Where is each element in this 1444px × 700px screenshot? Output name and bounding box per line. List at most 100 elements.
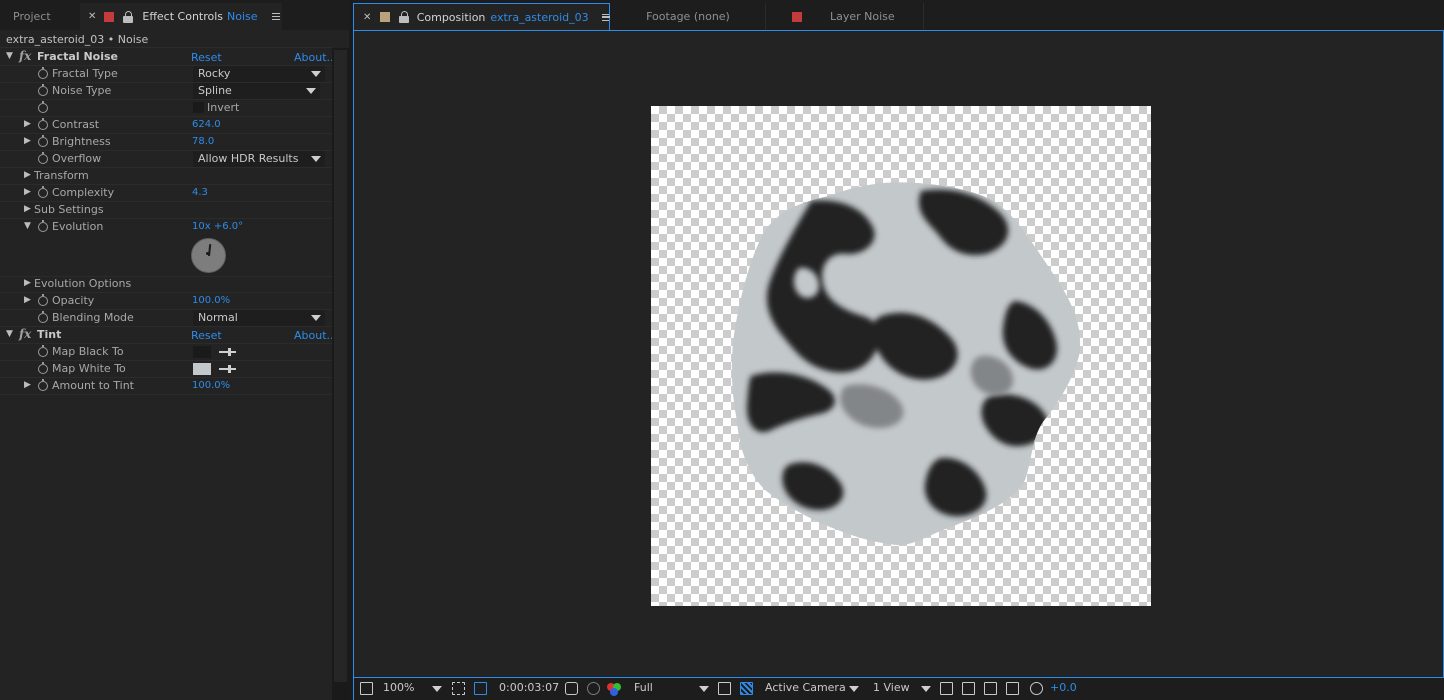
twirl-right-icon[interactable]: ▶ (24, 187, 31, 197)
contrast-value[interactable]: 624.0 (192, 119, 221, 130)
stopwatch-icon[interactable] (38, 362, 48, 374)
fractal-type-dropdown[interactable]: Rocky (193, 66, 325, 82)
property-label: Complexity (52, 186, 115, 199)
invert-checkbox[interactable] (193, 102, 204, 113)
composition-viewer[interactable] (353, 30, 1444, 678)
fast-previews-icon[interactable] (962, 682, 975, 695)
twirl-right-icon[interactable]: ▶ (24, 204, 31, 214)
stopwatch-icon[interactable] (38, 220, 48, 232)
about-link[interactable]: About... (294, 51, 337, 64)
fx-icon[interactable]: fx (19, 327, 31, 341)
tab-footage-label: Footage (none) (646, 10, 730, 23)
color-channels-icon[interactable] (606, 681, 622, 697)
tab-project[interactable]: Project (0, 3, 79, 30)
group-transform[interactable]: ▶ Transform (0, 168, 332, 185)
scrollbar-thumb[interactable] (334, 50, 347, 682)
evolution-angle-dial[interactable] (191, 238, 226, 273)
camera-value[interactable]: Active Camera (765, 681, 846, 694)
zoom-value[interactable]: 100% (383, 681, 414, 694)
reset-link[interactable]: Reset (191, 51, 222, 64)
exposure-value[interactable]: +0.0 (1050, 681, 1077, 694)
lock-icon[interactable] (123, 10, 134, 23)
amount-to-tint-value[interactable]: 100.0% (192, 380, 230, 391)
label-color-swatch (792, 11, 802, 22)
fx-icon[interactable]: fx (19, 49, 31, 63)
dropdown-arrow-icon (311, 315, 321, 321)
twirl-right-icon[interactable]: ▶ (24, 380, 31, 390)
stopwatch-icon[interactable] (38, 311, 48, 323)
stopwatch-icon[interactable] (38, 345, 48, 357)
timecode[interactable]: 0:00:03:07 (499, 681, 559, 694)
zoom-dropdown-icon[interactable] (432, 686, 442, 692)
stopwatch-icon[interactable] (38, 379, 48, 391)
stopwatch-icon[interactable] (38, 135, 48, 147)
timeline-icon[interactable] (984, 682, 997, 695)
composition-canvas[interactable] (651, 106, 1151, 606)
view-layout-dropdown-icon[interactable] (921, 686, 931, 692)
eyedropper-icon[interactable] (219, 365, 236, 373)
effect-name: Fractal Noise (37, 50, 119, 63)
tab-effect-controls[interactable]: ✕ Effect Controls Noise (80, 3, 282, 30)
effect-tint[interactable]: ▼ fx Tint Reset About... (0, 327, 337, 344)
tab-composition[interactable]: ✕ Composition extra_asteroid_03 (353, 3, 611, 30)
stopwatch-icon[interactable] (38, 67, 48, 79)
view-layout-value[interactable]: 1 View (873, 681, 910, 694)
twirl-right-icon[interactable]: ▶ (24, 278, 31, 288)
twirl-right-icon[interactable]: ▶ (24, 170, 31, 180)
evolution-value[interactable]: 10x +6.0° (192, 221, 243, 232)
region-of-interest-icon[interactable] (718, 682, 731, 695)
lock-icon[interactable] (398, 11, 409, 23)
stopwatch-icon[interactable] (38, 294, 48, 306)
panel-menu-icon[interactable] (271, 13, 280, 20)
panel-menu-icon[interactable] (601, 13, 611, 21)
property-invert: Invert (0, 100, 332, 117)
stopwatch-icon[interactable] (38, 84, 48, 96)
stopwatch-icon[interactable] (38, 118, 48, 130)
property-label: Evolution (52, 220, 104, 233)
transparency-grid-icon[interactable] (740, 682, 753, 695)
blending-mode-dropdown[interactable]: Normal (193, 310, 325, 326)
close-tab-icon[interactable]: ✕ (363, 12, 371, 23)
twirl-right-icon[interactable]: ▶ (24, 136, 31, 146)
flowchart-icon[interactable] (1006, 682, 1019, 695)
snapshot-camera-icon[interactable] (565, 682, 578, 695)
property-label: Overflow (52, 152, 102, 165)
tab-layer[interactable]: Layer Noise (766, 3, 923, 30)
property-map-black-to: Map Black To (0, 344, 332, 361)
twirl-down-icon[interactable]: ▼ (6, 51, 13, 61)
close-tab-icon[interactable]: ✕ (88, 11, 96, 22)
mask-visibility-icon[interactable] (474, 682, 487, 695)
show-snapshot-icon[interactable] (587, 682, 600, 695)
reset-exposure-icon[interactable] (1030, 682, 1043, 695)
group-evolution-options[interactable]: ▶ Evolution Options (0, 276, 332, 293)
effect-fractal-noise[interactable]: ▼ fx Fractal Noise Reset About... (0, 49, 337, 66)
group-sub-settings[interactable]: ▶ Sub Settings (0, 202, 332, 219)
stopwatch-icon[interactable] (38, 152, 48, 164)
stopwatch-icon[interactable] (38, 186, 48, 198)
dropdown-arrow-icon (311, 71, 321, 77)
twirl-down-icon[interactable]: ▼ (24, 221, 31, 231)
safe-zones-icon[interactable] (452, 682, 465, 695)
property-complexity: ▶ Complexity 4.3 (0, 185, 332, 202)
opacity-value[interactable]: 100.0% (192, 295, 230, 306)
toggle-pixel-aspect-icon[interactable] (940, 682, 953, 695)
eyedropper-icon[interactable] (219, 348, 236, 356)
camera-dropdown-icon[interactable] (849, 686, 859, 692)
reset-link[interactable]: Reset (191, 329, 222, 342)
about-link[interactable]: About... (294, 329, 337, 342)
brightness-value[interactable]: 78.0 (192, 136, 214, 147)
noise-type-dropdown[interactable]: Spline (193, 83, 320, 99)
map-white-color-swatch[interactable] (193, 363, 211, 375)
twirl-right-icon[interactable]: ▶ (24, 119, 31, 129)
twirl-down-icon[interactable]: ▼ (6, 329, 13, 339)
resolution-dropdown-icon[interactable] (699, 686, 709, 692)
stopwatch-icon[interactable] (38, 101, 48, 113)
complexity-value[interactable]: 4.3 (192, 187, 208, 198)
dropdown-value: Normal (198, 311, 238, 324)
resolution-value[interactable]: Full (634, 681, 653, 694)
overflow-dropdown[interactable]: Allow HDR Results (193, 151, 325, 167)
magnify-toggle-icon[interactable] (360, 682, 373, 695)
tab-footage[interactable]: Footage (none) (611, 3, 765, 30)
map-black-color-swatch[interactable] (193, 346, 211, 358)
twirl-right-icon[interactable]: ▶ (24, 295, 31, 305)
